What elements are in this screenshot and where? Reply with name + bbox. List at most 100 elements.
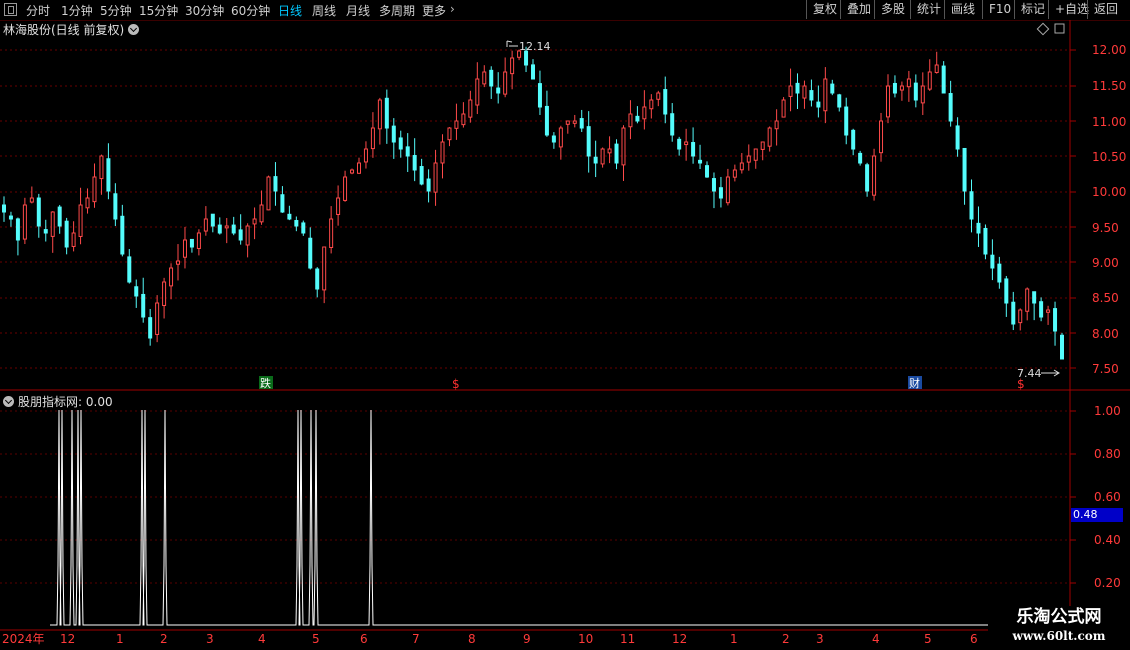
candle-body [990, 254, 995, 269]
candle-body [405, 146, 410, 157]
candle-body [593, 156, 598, 164]
candle-body [753, 148, 758, 161]
candle-body [607, 148, 612, 154]
indicator-name: 股朋指标网 [18, 395, 79, 409]
indicator-series [50, 409, 1068, 626]
event-marker-dollar-1: $ [452, 377, 460, 391]
candle-body [718, 187, 723, 199]
candle-body [461, 113, 466, 126]
time-tick: 8 [468, 632, 476, 646]
candle-body [134, 286, 139, 297]
candle-body [705, 165, 710, 178]
candle-body [558, 127, 563, 148]
candle-body [948, 93, 953, 122]
candle-body [447, 127, 452, 141]
candle-body [252, 218, 257, 225]
candle-body [976, 222, 981, 234]
candle-body [482, 71, 487, 85]
indicator-title-row[interactable]: 股朋指标网: 0.00 [3, 393, 113, 410]
candle-body [913, 82, 918, 101]
candle-body [1004, 278, 1009, 304]
candle-body [2, 204, 6, 213]
candle-body [99, 155, 104, 180]
candle-body [628, 113, 633, 128]
candle-body [224, 225, 229, 229]
candle-body [962, 147, 967, 192]
candle-body [711, 178, 716, 192]
chevron-down-icon[interactable] [3, 396, 14, 407]
candle-body [997, 263, 1002, 283]
candle-body [544, 105, 549, 136]
candle-body [308, 237, 313, 269]
time-tick: 3 [206, 632, 214, 646]
candle-body [22, 204, 27, 240]
indicator-current-value: 0.48 [1071, 508, 1123, 522]
candle-body [844, 106, 849, 136]
candle-body [851, 129, 856, 150]
candle-body [113, 193, 118, 220]
candle-body [565, 120, 570, 125]
candle-body [537, 83, 542, 108]
candle-body [795, 82, 800, 94]
candle-body [176, 260, 181, 265]
candle-body [774, 120, 779, 130]
candle-body [280, 194, 285, 213]
candle-body [788, 85, 793, 97]
candle-body [885, 85, 890, 118]
candle-body [57, 206, 62, 227]
candle-body [287, 213, 292, 220]
candle-body [767, 127, 772, 147]
candle-body [322, 246, 327, 291]
candle-body [196, 232, 201, 249]
candle-body [941, 65, 946, 94]
price-tick: 12.00 [1092, 43, 1126, 57]
candle-body [781, 99, 786, 118]
candle-body [927, 71, 932, 90]
diamond-icon [1036, 22, 1050, 36]
candle-body [50, 211, 55, 237]
candle-body [586, 126, 591, 157]
time-tick: 7 [412, 632, 420, 646]
indicator-tick: 0.80 [1094, 447, 1121, 461]
candle-body [621, 127, 626, 166]
candle-body [614, 143, 619, 164]
time-tick: 6 [970, 632, 978, 646]
candle-body [684, 141, 689, 146]
event-marker-finance: 财 [909, 376, 920, 390]
chart-canvas[interactable]: 12.14 7.44 跌 $ 财 $ 12.00 11.50 11.00 10.… [0, 0, 1130, 650]
candle-body [809, 90, 814, 101]
watermark: 乐淘公式网 www.60lt.com [988, 606, 1130, 650]
candle-body [983, 227, 988, 255]
candle-body [531, 64, 535, 80]
indicator-tick: 0.40 [1094, 533, 1121, 547]
time-tick: 2024年 [2, 632, 45, 646]
candle-body [934, 64, 939, 73]
candle-body [162, 281, 167, 306]
time-tick: 4 [258, 632, 266, 646]
candle-body [231, 224, 236, 234]
candle-body [872, 155, 877, 196]
candle-body [363, 148, 368, 163]
candle-body [725, 176, 730, 204]
candle-body [823, 78, 828, 112]
candle-body [259, 204, 264, 223]
time-tick: 2 [782, 632, 790, 646]
candle-body [266, 176, 271, 211]
candle-body [36, 197, 41, 227]
price-tick: 10.50 [1092, 150, 1126, 164]
candle-body [760, 141, 765, 150]
candle-body [739, 162, 744, 171]
candle-body [899, 85, 904, 91]
candle-body [217, 224, 222, 234]
candle-body [816, 101, 821, 108]
candle-body [398, 137, 403, 150]
candle-body [496, 87, 501, 94]
time-tick: 3 [816, 632, 824, 646]
candle-body [677, 138, 682, 150]
candle-body [120, 215, 125, 255]
time-tick: 2 [160, 632, 168, 646]
price-tick: 8.50 [1092, 291, 1119, 305]
time-tick: 6 [360, 632, 368, 646]
candle-body [656, 92, 661, 100]
candle-body [148, 317, 153, 339]
